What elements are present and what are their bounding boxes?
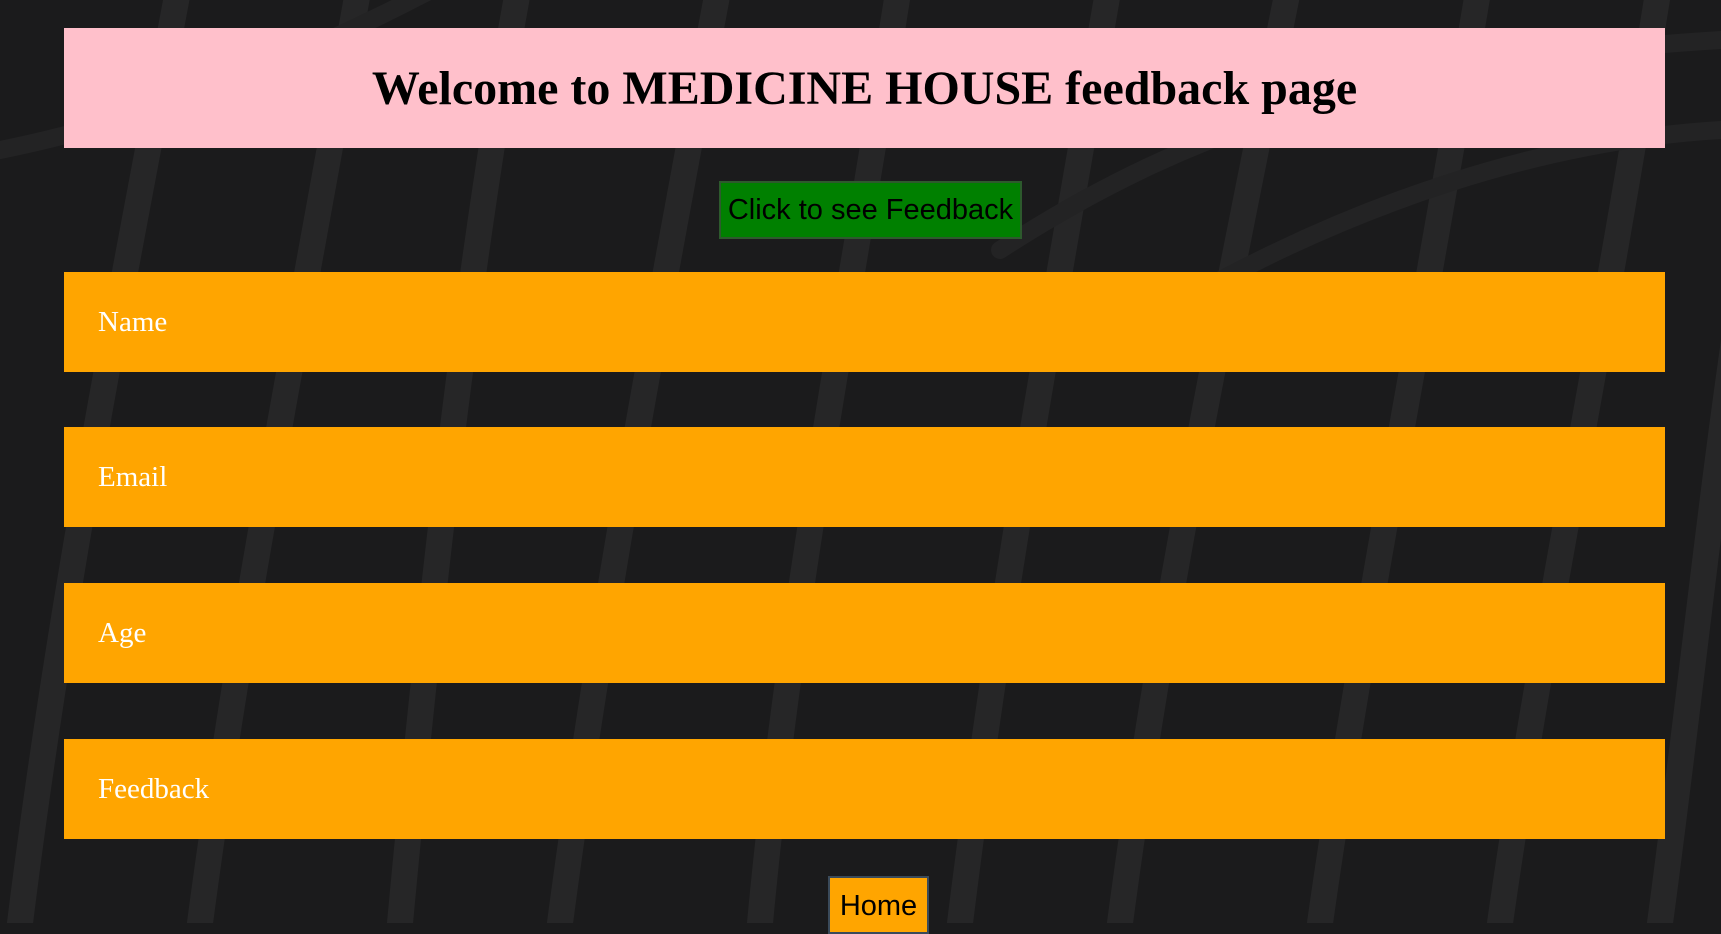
home-button[interactable]: Home: [828, 876, 929, 934]
feedback-page: Welcome to MEDICINE HOUSE feedback page …: [0, 0, 1721, 934]
page-header: Welcome to MEDICINE HOUSE feedback page: [64, 28, 1665, 148]
email-field[interactable]: [64, 427, 1665, 527]
see-feedback-button[interactable]: Click to see Feedback: [719, 181, 1022, 239]
age-field[interactable]: [64, 583, 1665, 683]
feedback-field[interactable]: [64, 739, 1665, 839]
page-title: Welcome to MEDICINE HOUSE feedback page: [371, 61, 1358, 115]
name-field[interactable]: [64, 272, 1665, 372]
